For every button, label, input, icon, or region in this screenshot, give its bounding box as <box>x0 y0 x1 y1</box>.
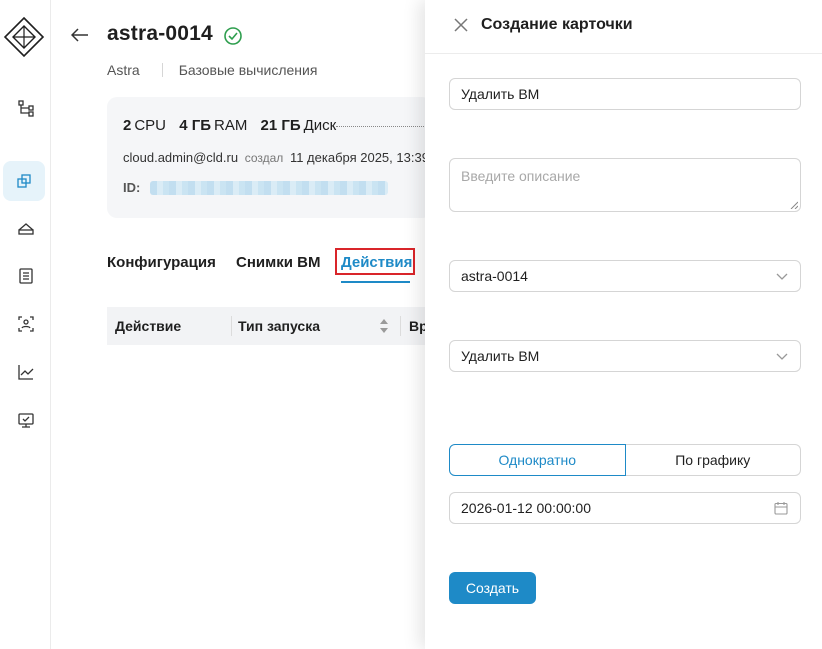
description-placeholder: Введите описание <box>461 168 581 184</box>
schedule-once-option[interactable]: Однократно <box>449 444 626 476</box>
vm-owner-meta: cloud.admin@cld.ru создал 11 декабря 202… <box>123 150 429 165</box>
arrow-left-icon <box>71 28 88 42</box>
nav-access-icon[interactable] <box>0 304 51 344</box>
nav-storage-icon[interactable] <box>0 208 51 248</box>
ram-unit: RAM <box>213 117 248 134</box>
vm-info-card: 2 CPU 4 ГБ RAM 21 ГБ Диск cloud.admin@cld.r… <box>107 97 432 218</box>
logo-icon[interactable] <box>3 16 45 58</box>
back-button[interactable] <box>68 24 92 46</box>
nav-compute-icon[interactable] <box>3 161 45 201</box>
calendar-icon[interactable] <box>774 501 788 515</box>
chevron-down-icon <box>776 273 788 280</box>
tab-snapshots[interactable]: Снимки ВМ <box>236 254 320 271</box>
resize-handle-icon[interactable] <box>790 201 798 209</box>
vm-select-value: astra-0014 <box>461 268 528 284</box>
redacted-id <box>150 180 389 195</box>
nav-chart-icon[interactable] <box>0 352 51 392</box>
disk-unit: Диск <box>303 117 337 134</box>
close-icon[interactable] <box>452 16 470 34</box>
schedule-recurring-option[interactable]: По графику <box>625 444 801 476</box>
vm-specs: 2 CPU 4 ГБ RAM 21 ГБ Диск <box>123 117 432 134</box>
table-header: Действие Тип запуска Вр <box>107 307 432 345</box>
chevron-down-icon <box>776 353 788 360</box>
create-card-drawer: Создание карточки Удалить ВМ Введите опи… <box>425 0 822 649</box>
sort-icon[interactable] <box>379 317 389 335</box>
tab-active-indicator <box>341 281 410 283</box>
schedule-segmented-control: Однократно По графику <box>449 444 801 476</box>
main-content: astra-0014 Astra Базовые вычисления 2 CPU … <box>52 0 432 649</box>
breadcrumb-item[interactable]: Astra <box>107 62 140 78</box>
name-input[interactable]: Удалить ВМ <box>449 78 801 110</box>
drawer-title: Создание карточки <box>481 16 633 33</box>
cpu-unit: CPU <box>134 117 167 134</box>
page-title: astra-0014 <box>107 22 213 45</box>
vm-select[interactable]: astra-0014 <box>449 260 801 292</box>
vm-id-row: ID: <box>123 180 416 195</box>
cpu-value: 2 <box>123 117 132 134</box>
datetime-value: 2026-01-12 00:00:00 <box>461 500 591 516</box>
tab-highlight-box <box>335 248 415 275</box>
column-launch-type: Тип запуска <box>238 318 321 334</box>
owner-email: cloud.admin@cld.ru <box>123 150 239 165</box>
description-textarea[interactable]: Введите описание <box>449 158 801 212</box>
nav-network-icon[interactable] <box>0 88 51 128</box>
datetime-picker[interactable]: 2026-01-12 00:00:00 <box>449 492 801 524</box>
breadcrumb-item[interactable]: Базовые вычисления <box>179 62 318 78</box>
nav-list-icon[interactable] <box>0 256 51 296</box>
tab-configuration[interactable]: Конфигурация <box>107 254 216 271</box>
disk-value: 21 ГБ <box>260 117 301 134</box>
action-select-value: Удалить ВМ <box>461 348 540 364</box>
created-label: создал <box>244 151 284 165</box>
breadcrumb: Astra Базовые вычисления <box>107 62 317 78</box>
sidebar-rail <box>0 0 51 649</box>
name-value: Удалить ВМ <box>461 86 540 102</box>
column-action: Действие <box>115 318 182 334</box>
status-ok-icon <box>224 27 242 45</box>
created-at: 11 декабря 2025, 13:39 <box>289 150 429 165</box>
create-button[interactable]: Создать <box>449 572 536 604</box>
nav-monitor-icon[interactable] <box>0 400 51 440</box>
id-label: ID: <box>123 180 141 195</box>
ram-value: 4 ГБ <box>179 117 211 134</box>
action-select[interactable]: Удалить ВМ <box>449 340 801 372</box>
